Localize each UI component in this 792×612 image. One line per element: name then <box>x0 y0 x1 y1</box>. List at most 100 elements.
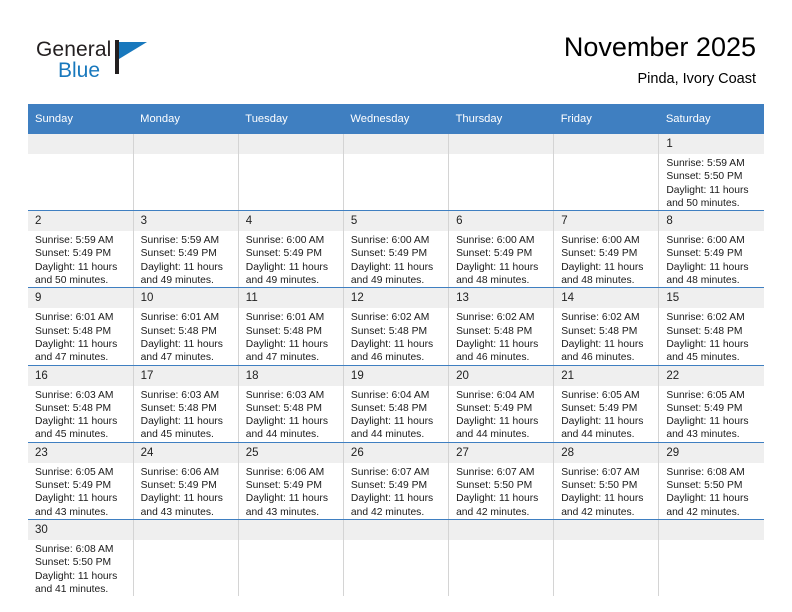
sunrise-time: Sunrise: 6:08 AM <box>666 466 745 478</box>
calendar-day-cell-empty <box>448 519 555 597</box>
sunrise-time: Sunrise: 6:08 AM <box>35 543 114 555</box>
day-number: 20 <box>449 365 553 386</box>
calendar-day-cell[interactable]: 18 Sunrise: 6:03 AM Sunset: 5:48 PM Dayligh… <box>238 365 344 443</box>
daylight-duration-line2: and 42 minutes. <box>456 506 530 518</box>
calendar-day-cell[interactable]: 19 Sunrise: 6:04 AM Sunset: 5:48 PM Dayligh… <box>343 365 450 443</box>
calendar-day-cell[interactable]: 30 Sunrise: 6:08 AM Sunset: 5:50 PM Dayligh… <box>28 519 134 597</box>
daylight-duration-line1: Daylight: 11 hours <box>245 261 329 273</box>
day-number: 13 <box>449 288 553 309</box>
daylight-duration-line2: and 42 minutes. <box>561 506 635 518</box>
calendar-day-cell[interactable]: 24 Sunrise: 6:06 AM Sunset: 5:49 PM Dayligh… <box>133 442 239 520</box>
sunset-time: Sunset: 5:48 PM <box>245 402 322 414</box>
calendar-day-cell[interactable]: 23 Sunrise: 6:05 AM Sunset: 5:49 PM Dayligh… <box>28 442 134 520</box>
sunset-time: Sunset: 5:48 PM <box>350 402 428 414</box>
sunrise-time: Sunrise: 6:00 AM <box>561 235 640 247</box>
page-subtitle: Pinda, Ivory Coast <box>637 71 756 87</box>
sunset-time: Sunset: 5:49 PM <box>140 480 217 492</box>
sunrise-time: Sunrise: 6:04 AM <box>456 389 535 401</box>
day-details: Sunrise: 6:00 AM Sunset: 5:49 PM Daylight:… <box>344 231 448 287</box>
day-details: Sunrise: 6:07 AM Sunset: 5:49 PM Daylight:… <box>344 463 448 519</box>
logo-text-blue: Blue <box>58 59 101 82</box>
calendar-day-cell[interactable]: 7 Sunrise: 6:00 AM Sunset: 5:49 PM Daylight… <box>553 210 660 289</box>
weekday-header-thursday: Thursday <box>448 104 554 134</box>
daylight-duration-line2: and 47 minutes. <box>245 352 320 364</box>
calendar-day-cell[interactable]: 12 Sunrise: 6:02 AM Sunset: 5:48 PM Dayligh… <box>343 287 450 366</box>
calendar-day-cell-empty <box>343 519 450 597</box>
calendar-day-cell[interactable]: 25 Sunrise: 6:06 AM Sunset: 5:49 PM Dayligh… <box>238 442 344 520</box>
day-number: 11 <box>238 288 343 309</box>
day-details: Sunrise: 6:07 AM Sunset: 5:50 PM Daylight:… <box>449 463 553 519</box>
daylight-duration-line1: Daylight: 11 hours <box>35 493 118 505</box>
calendar-day-cell[interactable]: 6 Sunrise: 6:00 AM Sunset: 5:49 PM Daylight… <box>448 210 555 289</box>
calendar-day-cell[interactable]: 4 Sunrise: 6:00 AM Sunset: 5:49 PM Daylight… <box>238 210 344 289</box>
sunset-time: Sunset: 5:48 PM <box>35 325 112 337</box>
calendar-day-cell[interactable]: 17 Sunrise: 6:03 AM Sunset: 5:48 PM Dayligh… <box>133 365 239 443</box>
day-number: 27 <box>449 442 553 463</box>
day-number: 19 <box>343 365 448 386</box>
sunrise-time: Sunrise: 6:00 AM <box>245 235 325 247</box>
calendar-day-cell[interactable]: 16 Sunrise: 6:03 AM Sunset: 5:48 PM Dayligh… <box>28 365 134 443</box>
day-details: Sunrise: 6:01 AM Sunset: 5:48 PM Daylight:… <box>134 308 238 364</box>
sunset-time: Sunset: 5:48 PM <box>350 325 428 337</box>
sunset-time: Sunset: 5:49 PM <box>456 402 533 414</box>
day-number <box>554 519 658 540</box>
calendar-day-cell[interactable]: 26 Sunrise: 6:07 AM Sunset: 5:49 PM Dayligh… <box>343 442 450 520</box>
day-number <box>659 519 764 540</box>
calendar-day-cell[interactable]: 20 Sunrise: 6:04 AM Sunset: 5:49 PM Dayligh… <box>448 365 555 443</box>
sunrise-time: Sunrise: 6:07 AM <box>350 466 430 478</box>
sunrise-time: Sunrise: 5:59 AM <box>666 158 745 169</box>
calendar-day-cell[interactable]: 28 Sunrise: 6:07 AM Sunset: 5:50 PM Dayligh… <box>553 442 660 520</box>
day-number: 29 <box>659 442 764 463</box>
sunset-time: Sunset: 5:49 PM <box>35 480 112 492</box>
calendar-day-cell-empty <box>133 519 239 597</box>
calendar-day-cell[interactable]: 8 Sunrise: 6:00 AM Sunset: 5:49 PM Daylight… <box>658 210 764 289</box>
sunset-time: Sunset: 5:49 PM <box>666 248 743 260</box>
sunrise-time: Sunrise: 5:59 AM <box>140 235 220 247</box>
sunrise-time: Sunrise: 6:03 AM <box>140 389 220 401</box>
daylight-duration-line2: and 45 minutes. <box>35 429 109 441</box>
calendar-day-cell[interactable]: 27 Sunrise: 6:07 AM Sunset: 5:50 PM Dayligh… <box>448 442 555 520</box>
daylight-duration-line2: and 43 minutes. <box>245 506 320 518</box>
day-number: 15 <box>659 288 764 309</box>
day-details: Sunrise: 6:08 AM Sunset: 5:50 PM Daylight:… <box>659 463 764 519</box>
sunrise-time: Sunrise: 6:01 AM <box>140 312 220 324</box>
daylight-duration-line2: and 50 minutes. <box>666 197 740 209</box>
calendar-day-cell[interactable]: 1 Sunrise: 5:59 AM Sunset: 5:50 PM Daylight… <box>658 134 764 212</box>
day-details: Sunrise: 6:03 AM Sunset: 5:48 PM Daylight:… <box>28 386 132 442</box>
calendar-day-cell-empty <box>28 134 134 212</box>
day-number <box>133 519 238 540</box>
daylight-duration-line1: Daylight: 11 hours <box>666 338 749 350</box>
calendar-day-cell[interactable]: 10 Sunrise: 6:01 AM Sunset: 5:48 PM Dayligh… <box>133 287 239 366</box>
day-number: 10 <box>133 288 238 309</box>
sunrise-time: Sunrise: 6:05 AM <box>561 389 640 401</box>
daylight-duration-line1: Daylight: 11 hours <box>245 416 329 428</box>
calendar-day-cell-empty <box>238 134 344 212</box>
calendar-day-cell[interactable]: 13 Sunrise: 6:02 AM Sunset: 5:48 PM Dayligh… <box>448 287 555 366</box>
sunset-time: Sunset: 5:49 PM <box>350 248 428 260</box>
daylight-duration-line1: Daylight: 11 hours <box>666 261 749 273</box>
generalblue-logo[interactable]: General Blue <box>36 38 166 90</box>
sunset-time: Sunset: 5:48 PM <box>140 325 217 337</box>
sunrise-time: Sunrise: 6:04 AM <box>350 389 430 401</box>
calendar-day-cell[interactable]: 21 Sunrise: 6:05 AM Sunset: 5:49 PM Dayligh… <box>553 365 660 443</box>
daylight-duration-line1: Daylight: 11 hours <box>666 416 749 428</box>
sunrise-time: Sunrise: 6:00 AM <box>456 235 535 247</box>
calendar-day-cell[interactable]: 2 Sunrise: 5:59 AM Sunset: 5:49 PM Daylight… <box>28 210 134 289</box>
daylight-duration-line1: Daylight: 11 hours <box>561 493 644 505</box>
calendar-day-cell[interactable]: 9 Sunrise: 6:01 AM Sunset: 5:48 PM Daylight… <box>28 287 134 366</box>
calendar-day-cell[interactable]: 5 Sunrise: 6:00 AM Sunset: 5:49 PM Daylight… <box>343 210 450 289</box>
calendar-day-cell[interactable]: 14 Sunrise: 6:02 AM Sunset: 5:48 PM Dayligh… <box>553 287 660 366</box>
day-number <box>28 134 133 154</box>
weekday-header-monday: Monday <box>133 104 239 134</box>
sunset-time: Sunset: 5:49 PM <box>561 402 638 414</box>
day-number: 24 <box>133 442 238 463</box>
calendar-day-cell[interactable]: 3 Sunrise: 5:59 AM Sunset: 5:49 PM Daylight… <box>133 210 239 289</box>
daylight-duration-line1: Daylight: 11 hours <box>35 261 118 273</box>
calendar-week-row: 1 Sunrise: 5:59 AM Sunset: 5:50 PM Daylight… <box>28 134 764 212</box>
calendar-day-cell[interactable]: 29 Sunrise: 6:08 AM Sunset: 5:50 PM Dayligh… <box>658 442 764 520</box>
calendar-day-cell[interactable]: 22 Sunrise: 6:05 AM Sunset: 5:49 PM Dayligh… <box>658 365 764 443</box>
day-details: Sunrise: 6:03 AM Sunset: 5:48 PM Daylight:… <box>134 386 238 442</box>
calendar-day-cell[interactable]: 11 Sunrise: 6:01 AM Sunset: 5:48 PM Dayligh… <box>238 287 344 366</box>
day-details: Sunrise: 6:05 AM Sunset: 5:49 PM Daylight:… <box>554 386 658 442</box>
calendar-day-cell[interactable]: 15 Sunrise: 6:02 AM Sunset: 5:48 PM Dayligh… <box>658 287 764 366</box>
